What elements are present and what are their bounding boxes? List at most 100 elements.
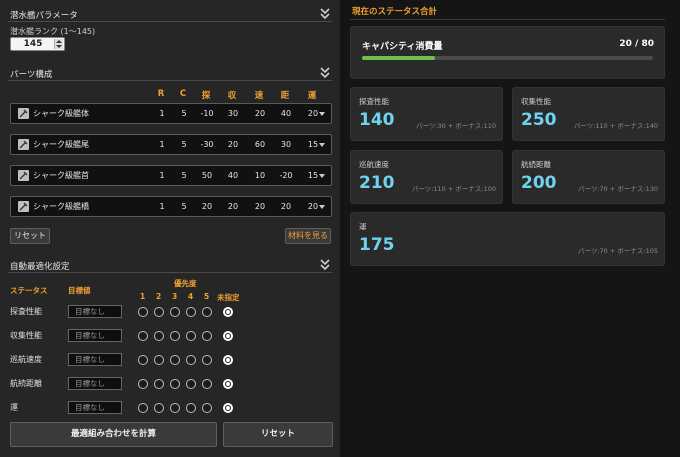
rank-label: 潜水艦ランク (1～145) [10, 27, 96, 36]
priority-radio[interactable] [154, 403, 164, 413]
priority-radio[interactable] [202, 379, 212, 389]
rank-input[interactable]: 145 [10, 37, 65, 51]
stat-breakdown: パーツ:70 + ボーナス:130 [577, 185, 658, 193]
target-value-input[interactable]: 目標なし [68, 401, 122, 414]
auto-header[interactable]: 自動最適化設定 [8, 259, 332, 273]
part-value: 5 [181, 109, 187, 118]
part-value: 30 [227, 109, 239, 118]
view-materials-button[interactable]: 材料を見る [285, 228, 331, 244]
priority-radio[interactable] [186, 355, 196, 365]
collapse-chevron-icon[interactable] [320, 259, 330, 271]
priority-radio[interactable] [170, 379, 180, 389]
priority-radio[interactable] [202, 355, 212, 365]
part-value: 1 [159, 171, 165, 180]
stat-value: 200 [521, 173, 557, 193]
part-value: 20 [254, 202, 266, 211]
part-value: 1 [159, 109, 165, 118]
priority-radio[interactable] [223, 331, 233, 341]
rank-spinner[interactable] [54, 39, 63, 49]
optimize-stat-name: 航続距離 [10, 379, 42, 388]
priority-radio[interactable] [138, 379, 148, 389]
parts-col-header: 探 [201, 91, 211, 101]
part-select[interactable]: シャーク級艦体 1 5 -10 30 20 40 20 [10, 103, 332, 124]
priority-radio[interactable] [186, 307, 196, 317]
part-value: -30 [200, 140, 214, 149]
priority-radio[interactable] [186, 331, 196, 341]
target-value-input[interactable]: 目標なし [68, 329, 122, 342]
stat-label: 航続距離 [521, 160, 551, 169]
priority-radio[interactable] [170, 403, 180, 413]
priority-radio[interactable] [202, 307, 212, 317]
collapse-chevron-icon[interactable] [320, 67, 330, 79]
auto-reset-button[interactable]: リセット [223, 422, 333, 447]
stat-breakdown: パーツ:110 + ボーナス:100 [411, 185, 496, 193]
parts-header[interactable]: パーツ構成 [8, 67, 332, 81]
compute-optimal-button[interactable]: 最適組み合わせを計算 [10, 422, 217, 447]
dropdown-caret-icon [319, 205, 325, 209]
part-value: 40 [280, 109, 292, 118]
part-select[interactable]: シャーク級艦首 1 5 50 40 10 -20 15 [10, 165, 332, 186]
part-name: シャーク級艦体 [33, 109, 89, 118]
capacity-progress-fill [362, 56, 435, 60]
priority-radio[interactable] [202, 403, 212, 413]
part-value: 20 [254, 109, 266, 118]
target-value-input[interactable]: 目標なし [68, 353, 122, 366]
target-value-input[interactable]: 目標なし [68, 377, 122, 390]
part-icon [18, 170, 29, 181]
parts-reset-button[interactable]: リセット [10, 228, 50, 244]
parts-col-header: 距 [280, 91, 290, 101]
dropdown-caret-icon [319, 112, 325, 116]
part-value: 1 [159, 202, 165, 211]
capacity-label: キャパシティ消費量 [362, 42, 443, 52]
priority-col-label: 5 [204, 292, 210, 301]
stat-breakdown: パーツ:70 + ボーナス:105 [577, 247, 658, 255]
priority-radio[interactable] [170, 331, 180, 341]
priority-radio[interactable] [138, 403, 148, 413]
part-select[interactable]: シャーク級艦尾 1 5 -30 20 60 30 15 [10, 134, 332, 155]
priority-radio[interactable] [202, 331, 212, 341]
priority-radio[interactable] [138, 355, 148, 365]
part-value: 30 [280, 140, 292, 149]
summary-title: 現在のステータス合計 [352, 7, 438, 17]
parts-col-header: C [179, 89, 187, 99]
dropdown-caret-icon [319, 174, 325, 178]
priority-radio[interactable] [223, 307, 233, 317]
capacity-card: キャパシティ消費量 20 / 80 [350, 26, 665, 79]
priority-radio[interactable] [223, 355, 233, 365]
collapse-chevron-icon[interactable] [320, 8, 330, 20]
priority-radio[interactable] [186, 403, 196, 413]
optimize-stat-name: 探査性能 [10, 307, 42, 316]
part-name: シャーク級艦橋 [33, 202, 89, 211]
priority-radio[interactable] [138, 307, 148, 317]
stat-label: 巡航速度 [359, 160, 389, 169]
priority-radio[interactable] [154, 307, 164, 317]
priority-radio[interactable] [223, 379, 233, 389]
part-value: 5 [181, 171, 187, 180]
target-value-input[interactable]: 目標なし [68, 305, 122, 318]
part-select[interactable]: シャーク級艦橋 1 5 20 20 20 20 20 [10, 196, 332, 217]
priority-radio[interactable] [186, 379, 196, 389]
part-icon [18, 201, 29, 212]
stat-card: 巡航速度 210 パーツ:110 + ボーナス:100 [350, 150, 503, 204]
priority-radio[interactable] [154, 331, 164, 341]
priority-radio[interactable] [154, 379, 164, 389]
part-value: -20 [279, 171, 293, 180]
priority-radio[interactable] [170, 355, 180, 365]
priority-radio[interactable] [170, 307, 180, 317]
params-title: 潜水艦パラメータ [10, 11, 78, 21]
left-panel: 潜水艦パラメータ 潜水艦ランク (1～145) 145 パーツ構成 RC探収速距… [0, 0, 340, 457]
priority-radio[interactable] [138, 331, 148, 341]
stat-breakdown: パーツ:30 + ボーナス:110 [415, 122, 496, 130]
parts-col-header: R [157, 89, 165, 99]
col-status: ステータス [10, 286, 48, 295]
params-header[interactable]: 潜水艦パラメータ [8, 8, 332, 22]
priority-col-label: 未指定 [217, 293, 240, 302]
priority-radio[interactable] [223, 403, 233, 413]
rank-value: 145 [23, 39, 43, 49]
part-value: 20 [280, 202, 292, 211]
priority-radio[interactable] [154, 355, 164, 365]
stat-card: 探査性能 140 パーツ:30 + ボーナス:110 [350, 87, 503, 141]
part-value: 10 [254, 171, 266, 180]
stat-label: 収集性能 [521, 97, 551, 106]
part-value: 5 [181, 140, 187, 149]
